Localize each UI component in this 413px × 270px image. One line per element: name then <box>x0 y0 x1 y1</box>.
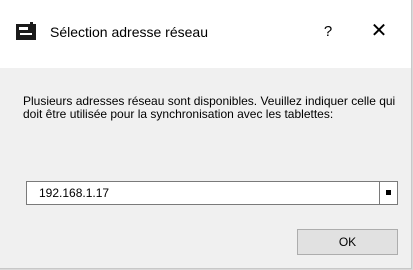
close-button[interactable]: ✕ <box>364 18 394 46</box>
help-button[interactable]: ? <box>314 18 342 46</box>
ok-button[interactable]: OK <box>297 229 398 255</box>
network-address-dialog: Sélection adresse réseau ? ✕ Plusieurs a… <box>0 0 412 269</box>
address-select-value: 192.168.1.17 <box>39 186 110 200</box>
dialog-message: Plusieurs adresses réseau sont disponibl… <box>23 94 396 121</box>
dialog-title: Sélection adresse réseau <box>50 24 208 40</box>
app-logo-icon <box>16 22 36 40</box>
dropdown-button[interactable] <box>379 182 397 204</box>
address-select[interactable]: 192.168.1.17 <box>26 181 398 205</box>
title-bar: Sélection adresse réseau ? ✕ <box>0 0 411 68</box>
